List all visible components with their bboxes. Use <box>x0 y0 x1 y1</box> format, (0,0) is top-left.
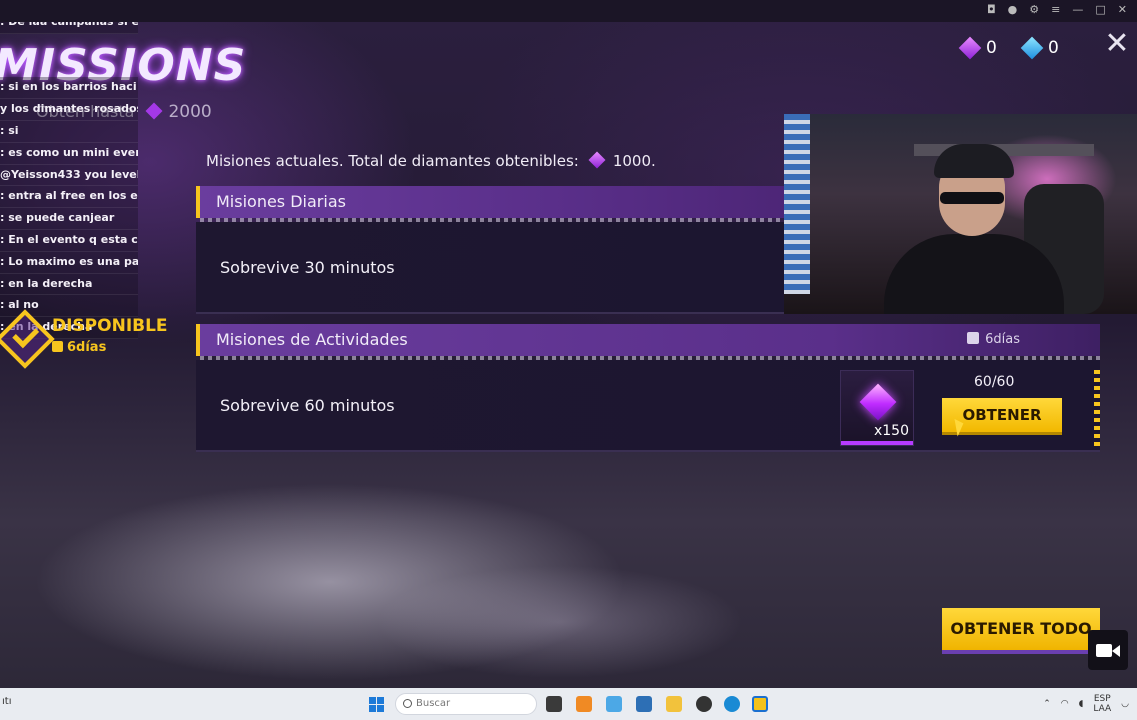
chat-message: : Lo maximo es una pared <box>0 251 138 274</box>
activity-missions-header: Misiones de Actividades 6días <box>196 324 1100 360</box>
clock-icon <box>967 332 980 344</box>
list-item: Sobrevive 30 minutos <box>196 222 786 314</box>
chat-message: : en la derecha <box>0 273 138 296</box>
diamond-icon <box>145 102 163 120</box>
chat-message: y los dimantes rosados <box>0 99 138 121</box>
check-icon <box>0 309 55 369</box>
blue-diamond-balance: 0 <box>1020 36 1059 60</box>
system-tray: ⌃ ◠ ◖ ESP LAA ◡ <box>1043 694 1129 714</box>
obtain-all-button[interactable]: OBTENER TODO <box>942 608 1100 654</box>
days-value: 6días <box>67 340 107 355</box>
chevron-up-icon[interactable]: ⌃ <box>1043 699 1051 709</box>
missions-summary: Misiones actuales. Total de diamantes ob… <box>206 151 656 170</box>
search-placeholder: Buscar <box>416 698 451 709</box>
volume-icon[interactable]: ◖ <box>1079 699 1084 709</box>
close-icon[interactable]: ✕ <box>1103 29 1131 59</box>
maximize-icon[interactable]: □ <box>1095 3 1105 16</box>
minimize-icon[interactable]: — <box>1072 3 1083 16</box>
game-screen: MISSIONS Obten hasta2000 : De laa campan… <box>0 22 1137 688</box>
blue-diamond-icon <box>1020 36 1044 60</box>
edge-icon[interactable] <box>724 696 740 712</box>
chat-message: : entra al free en los evento <box>0 186 138 209</box>
window-title-bar: ◘ ● ⚙ ≡ — □ ✕ <box>0 0 1137 22</box>
sunglasses <box>940 192 1004 204</box>
wifi-icon[interactable]: ◡ <box>1121 699 1129 709</box>
mission-text: Sobrevive 30 minutos <box>220 258 395 277</box>
lang-layout: LAA <box>1093 704 1112 714</box>
chat-message: : De laa campanas si es de <box>0 22 138 34</box>
screenshot-icon[interactable]: ◘ <box>987 3 996 16</box>
chat-message: : si <box>0 120 138 143</box>
activity-days: 6días <box>967 324 1020 356</box>
stream-chat: : De laa campanas si es de : si en los b… <box>0 22 138 339</box>
row-highlight-stripe <box>1094 370 1100 450</box>
chat-message: @Yeisson433 you leveled <box>0 164 138 187</box>
diamond-icon <box>859 383 897 421</box>
search-icon <box>403 699 412 708</box>
file-explorer-icon[interactable] <box>666 696 682 712</box>
network-icon[interactable]: ◠ <box>1061 699 1069 709</box>
window-controls: ◘ ● ⚙ ≡ — □ ✕ <box>987 3 1127 16</box>
video-record-icon[interactable] <box>1088 630 1128 670</box>
chat-message: : En el evento q esta como <box>0 229 138 252</box>
purple-diamond-icon <box>958 36 982 60</box>
taskbar: ıtı Buscar ⌃ ◠ ◖ ESP LAA ◡ <box>0 688 1137 720</box>
daily-missions-header: Misiones Diarias <box>196 186 786 222</box>
store-icon[interactable] <box>636 696 652 712</box>
mission-progress: 60/60 <box>974 374 1015 390</box>
purple-diamond-balance: 0 <box>958 36 997 60</box>
diamond-icon <box>588 151 606 169</box>
available-days: 6días <box>52 340 106 355</box>
clock-icon <box>52 341 63 352</box>
curtain <box>784 114 810 294</box>
chat-message: : se puede canjear <box>0 208 138 230</box>
obtain-amount: 2000 <box>168 102 212 122</box>
purple-diamond-count: 0 <box>986 38 997 58</box>
settings-icon[interactable]: ⚙ <box>1029 3 1039 16</box>
reward-box: x150 <box>840 370 914 446</box>
days-value: 6días <box>985 332 1020 347</box>
blue-diamond-count: 0 <box>1048 38 1059 58</box>
taskbar-search[interactable]: Buscar <box>395 693 537 715</box>
menu-icon[interactable]: ≡ <box>1051 3 1060 16</box>
list-item: Sobrevive 60 minutos x150 60/60 OBTENER <box>196 360 1100 452</box>
reward-quantity: x150 <box>873 423 909 439</box>
copilot-icon[interactable] <box>606 696 622 712</box>
daily-missions-title: Misiones Diarias <box>216 192 346 211</box>
cap <box>934 144 1014 178</box>
webcam-overlay <box>784 114 1137 314</box>
lang-code: ESP <box>1093 694 1111 704</box>
close-window-icon[interactable]: ✕ <box>1118 3 1127 16</box>
obs-icon[interactable] <box>696 696 712 712</box>
game-app-icon[interactable] <box>752 696 768 712</box>
taskbar-left-text: ıtı <box>2 696 12 707</box>
summary-total: 1000. <box>612 152 656 170</box>
chat-message: : si en los barrios haci si <box>0 77 138 100</box>
mission-text: Sobrevive 60 minutos <box>220 396 395 415</box>
windows-start-icon[interactable] <box>369 697 384 712</box>
chat-message: : es como un mini evento <box>0 142 138 165</box>
summary-text: Misiones actuales. Total de diamantes ob… <box>206 152 579 170</box>
available-label: DISPONIBLE <box>52 316 168 336</box>
availability-badge: DISPONIBLE 6días <box>0 309 168 372</box>
language-indicator[interactable]: ESP LAA <box>1093 694 1111 714</box>
account-icon[interactable]: ● <box>1008 3 1018 16</box>
task-view-icon[interactable] <box>546 696 562 712</box>
vlc-icon[interactable] <box>576 696 592 712</box>
activity-missions-title: Misiones de Actividades <box>216 330 408 349</box>
